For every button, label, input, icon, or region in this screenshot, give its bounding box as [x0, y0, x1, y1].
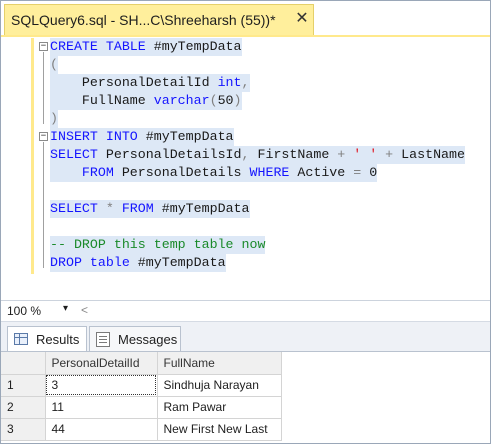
code-token: +	[377, 147, 402, 162]
zoom-level[interactable]: 100 %	[7, 304, 41, 318]
tab-messages-label: Messages	[118, 332, 178, 347]
code-token: #myTempData	[153, 39, 242, 54]
tab-results-label: Results	[36, 332, 80, 347]
code-line: DROP table #myTempData	[50, 254, 226, 272]
code-token: PersonalDetailsId	[105, 147, 242, 162]
code-token: FullName	[50, 93, 154, 108]
row-number[interactable]: 1	[1, 374, 46, 397]
results-grid[interactable]: PersonalDetailId FullName 1 3 Sindhuja N…	[1, 351, 490, 443]
code-token: -- DROP this temp table now	[50, 237, 266, 252]
code-token: int	[217, 75, 242, 90]
code-line: -- DROP this temp table now	[50, 236, 266, 254]
outline-rail	[43, 52, 44, 124]
row-number[interactable]: 3	[1, 418, 46, 441]
table-row[interactable]: 3 44 New First New Last	[1, 418, 282, 441]
code-line: FROM PersonalDetails WHERE Active = 0	[50, 164, 378, 182]
code-token: FROM	[121, 201, 162, 216]
outline-rail	[43, 142, 44, 268]
code-line: SELECT * FROM #myTempData	[50, 200, 250, 218]
collapse-toggle-icon[interactable]: −	[39, 42, 48, 51]
grid-corner[interactable]	[1, 352, 46, 375]
code-token: (	[50, 57, 58, 72]
code-token: #myTempData	[161, 201, 250, 216]
table-cell[interactable]: Sindhuja Narayan	[157, 374, 282, 397]
table-row[interactable]: 1 3 Sindhuja Narayan	[1, 374, 282, 397]
results-table: PersonalDetailId FullName 1 3 Sindhuja N…	[1, 352, 282, 441]
code-token: +	[337, 147, 354, 162]
code-token: SELECT	[50, 201, 106, 216]
code-token: FROM	[50, 165, 122, 180]
change-tracking-bar	[31, 38, 34, 274]
code-token: #myTempData	[137, 255, 226, 270]
sql-editor[interactable]: − − CREATE TABLE #myTempData ( PersonalD…	[1, 38, 490, 300]
query-window: SQLQuery6.sql - SH...C\Shreeharsh (55))*…	[0, 0, 491, 444]
query-tab-title: SQLQuery6.sql - SH...C\Shreeharsh (55))*	[11, 12, 276, 28]
query-tab[interactable]: SQLQuery6.sql - SH...C\Shreeharsh (55))*…	[4, 4, 314, 35]
code-token: ,	[241, 147, 258, 162]
code-token: CREATE TABLE	[50, 39, 154, 54]
scroll-left-icon[interactable]: <	[81, 303, 88, 317]
column-header[interactable]: FullName	[157, 352, 282, 375]
grid-icon	[14, 333, 28, 345]
results-tab-strip: Results Messages	[1, 321, 490, 352]
table-cell[interactable]: New First New Last	[157, 418, 282, 441]
collapse-toggle-icon[interactable]: −	[39, 132, 48, 141]
table-row[interactable]: 2 11 Ram Pawar	[1, 396, 282, 419]
code-token: PersonalDetailId	[50, 75, 218, 90]
code-token: FirstName	[257, 147, 338, 162]
code-token: =	[353, 165, 370, 180]
code-line: FullName varchar(50)	[50, 92, 242, 110]
table-cell[interactable]: Ram Pawar	[157, 396, 282, 419]
zoom-dropdown-icon[interactable]: ▾	[63, 303, 68, 314]
code-line: INSERT INTO #myTempData	[50, 128, 234, 146]
code-token: DROP table	[50, 255, 138, 270]
zoom-bar: 100 % ▾ <	[1, 300, 490, 320]
code-token: 50	[217, 93, 234, 108]
code-token: *	[105, 201, 122, 216]
code-token: PersonalDetails	[121, 165, 250, 180]
code-token: WHERE	[249, 165, 298, 180]
code-token: INSERT INTO	[50, 129, 146, 144]
code-token: Active	[297, 165, 354, 180]
table-cell[interactable]: 3	[45, 374, 158, 397]
table-header-row: PersonalDetailId FullName	[1, 352, 282, 375]
code-token: ,	[241, 75, 250, 90]
table-cell[interactable]: 11	[45, 396, 158, 419]
code-token: LastName	[401, 147, 465, 162]
table-cell[interactable]: 44	[45, 418, 158, 441]
code-line: )	[50, 110, 58, 128]
column-header[interactable]: PersonalDetailId	[45, 352, 158, 375]
tab-messages[interactable]: Messages	[89, 326, 181, 352]
code-token: SELECT	[50, 147, 106, 162]
code-token: varchar	[153, 93, 210, 108]
code-token: )	[50, 111, 58, 126]
tab-results[interactable]: Results	[7, 326, 87, 352]
messages-icon	[96, 332, 110, 347]
code-line: CREATE TABLE #myTempData	[50, 38, 242, 56]
code-token: (	[209, 93, 218, 108]
row-number[interactable]: 2	[1, 396, 46, 419]
code-line: (	[50, 56, 58, 74]
code-line: SELECT PersonalDetailsId, FirstName + ' …	[50, 146, 465, 164]
code-token: ' '	[353, 147, 378, 162]
code-line: PersonalDetailId int,	[50, 74, 250, 92]
code-token: 0	[369, 165, 378, 180]
document-tab-strip: SQLQuery6.sql - SH...C\Shreeharsh (55))*…	[1, 1, 490, 37]
code-token: )	[233, 93, 242, 108]
code-token: #myTempData	[145, 129, 234, 144]
close-icon[interactable]: ✕	[293, 10, 311, 28]
